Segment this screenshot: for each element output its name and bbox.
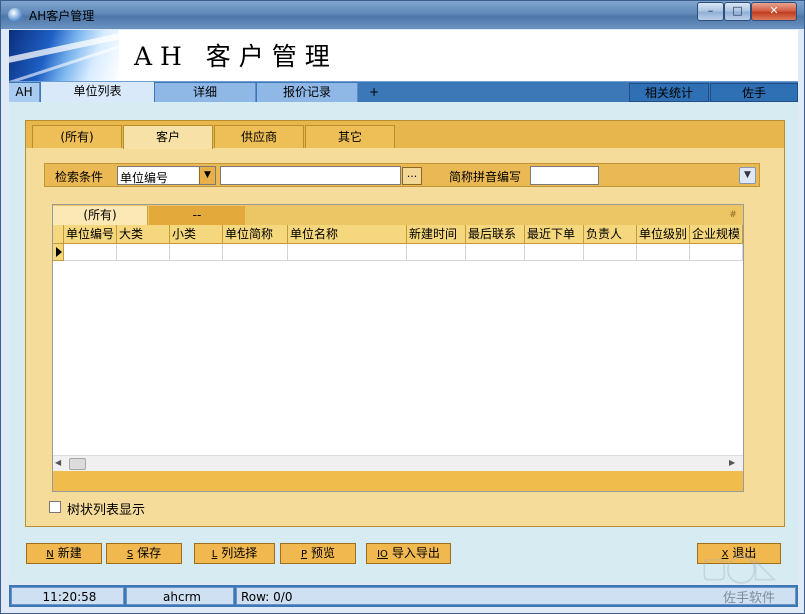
banner-title: AH 客户管理 [134,42,338,71]
row-pointer-icon [53,244,64,261]
column-header[interactable]: 小类 [170,225,223,243]
main-tab-strip: AH 单位列表 详细 报价记录 + 相关统计 佐手 [9,81,798,103]
grid-cell[interactable] [407,244,466,261]
watermark-text: 佐手软件 [723,591,776,606]
unit-grid: (所有) -- # 单位编号 大类 小类 单位简称 单位名称 新建时间 最后联系… [52,204,744,492]
tab-customers[interactable]: 客户 [123,125,213,149]
new-shortcut: N [46,549,54,560]
title-bar[interactable]: AH客户管理 – □ ✕ [1,1,804,29]
status-user: ahcrm [126,587,234,605]
tab-quote-records[interactable]: 报价记录 [257,83,358,102]
app-window: AH客户管理 – □ ✕ AH 客户管理 AH 单位列表 详细 报价记录 + 相… [0,0,805,614]
column-select-label: 列选择 [221,546,258,560]
minimize-button[interactable]: – [697,2,724,21]
tab-details[interactable]: 详细 [155,83,256,102]
import-export-shortcut: IO [377,549,388,560]
grid-tabs: (所有) -- # [53,205,743,225]
status-bar: 11:20:58 ahcrm Row: 0/0 [9,585,798,607]
chevron-down-icon[interactable]: ▼ [739,167,756,184]
category-tabs: (所有) 客户 供应商 其它 [26,121,784,149]
tree-view-label: 树状列表显示 [67,503,146,518]
search-condition-value: 单位编号 [120,171,169,185]
tab-all[interactable]: (所有) [32,125,122,148]
grid-footer [53,471,743,491]
new-label: 新建 [57,546,82,560]
preview-button[interactable]: P 预览 [280,543,356,564]
window-title: AH客户管理 [29,9,95,23]
search-condition-label: 检索条件 [55,170,104,184]
tab-assistant[interactable]: 佐手 [710,83,798,102]
chevron-down-icon[interactable]: ▼ [199,167,215,184]
row-indicator-header [53,225,64,243]
grid-tab-dash[interactable]: -- [149,206,245,225]
grid-cell[interactable] [584,244,637,261]
column-header[interactable]: 最近下单 [525,225,584,243]
grid-cell[interactable] [637,244,690,261]
maximize-button[interactable]: □ [724,2,751,21]
grid-cell[interactable] [117,244,170,261]
arrow-left-icon[interactable]: ◀ [55,458,65,470]
app-globe-icon [8,8,22,22]
tab-others[interactable]: 其它 [305,125,395,148]
column-header[interactable]: 单位简称 [223,225,288,243]
watermark-mark: ▢◯◺ [701,551,776,584]
search-condition-select[interactable]: 单位编号 ▼ [117,166,216,185]
column-header[interactable]: 企业规模 [690,225,743,243]
import-export-button[interactable]: IO 导入导出 [366,543,451,564]
column-header[interactable]: 负责人 [584,225,637,243]
banner-logo-art [9,30,119,81]
watermark-logo: ▢◯◺ 佐手软件 [701,551,801,611]
column-header[interactable]: 最后联系 [466,225,525,243]
save-button[interactable]: S 保存 [106,543,182,564]
browse-button[interactable]: ... [402,167,422,185]
close-button[interactable]: ✕ [751,2,797,21]
column-header[interactable]: 新建时间 [407,225,466,243]
tab-related-stats[interactable]: 相关统计 [629,83,709,102]
new-button[interactable]: N 新建 [26,543,102,564]
grid-cell[interactable] [223,244,288,261]
grid-options-icon[interactable]: # [725,206,741,225]
scrollbar-thumb[interactable] [69,458,86,470]
status-time: 11:20:58 [11,587,124,605]
grid-tab-all[interactable]: (所有) [53,206,148,225]
content-area: (所有) 客户 供应商 其它 检索条件 单位编号 ▼ ... 简称拼音编写 ▼ [9,102,798,583]
grid-header: 单位编号 大类 小类 单位简称 单位名称 新建时间 最后联系 最近下单 负责人 … [53,225,743,244]
save-label: 保存 [137,546,162,560]
search-bar: 检索条件 单位编号 ▼ ... 简称拼音编写 ▼ [44,163,760,187]
grid-cell[interactable] [466,244,525,261]
grid-cell[interactable] [288,244,407,261]
grid-cell[interactable] [64,244,117,261]
tab-suppliers[interactable]: 供应商 [214,125,304,148]
banner: AH 客户管理 [9,30,798,81]
add-tab-button[interactable]: + [364,83,384,102]
column-header[interactable]: 单位编号 [64,225,117,243]
column-select-shortcut: L [211,549,218,560]
preview-shortcut: P [300,549,307,560]
save-shortcut: S [126,549,134,560]
arrow-right-icon[interactable]: ▶ [729,458,739,470]
column-header[interactable]: 大类 [117,225,170,243]
grid-cell[interactable] [690,244,743,261]
horizontal-scrollbar[interactable]: ◀ ▶ [53,455,743,471]
column-select-button[interactable]: L 列选择 [194,543,275,564]
grid-cell[interactable] [525,244,584,261]
tab-ah[interactable]: AH [9,83,40,102]
column-header[interactable]: 单位级别 [637,225,690,243]
tree-view-checkbox[interactable] [49,501,61,513]
pinyin-label: 简称拼音编写 [449,170,522,184]
column-header[interactable]: 单位名称 [288,225,407,243]
grid-cell[interactable] [170,244,223,261]
tab-unit-list[interactable]: 单位列表 [41,82,154,103]
list-panel: (所有) 客户 供应商 其它 检索条件 单位编号 ▼ ... 简称拼音编写 ▼ [25,120,785,527]
pinyin-input[interactable] [530,166,599,185]
search-value-input[interactable] [220,166,401,185]
import-export-label: 导入导出 [391,546,440,560]
preview-label: 预览 [311,546,336,560]
